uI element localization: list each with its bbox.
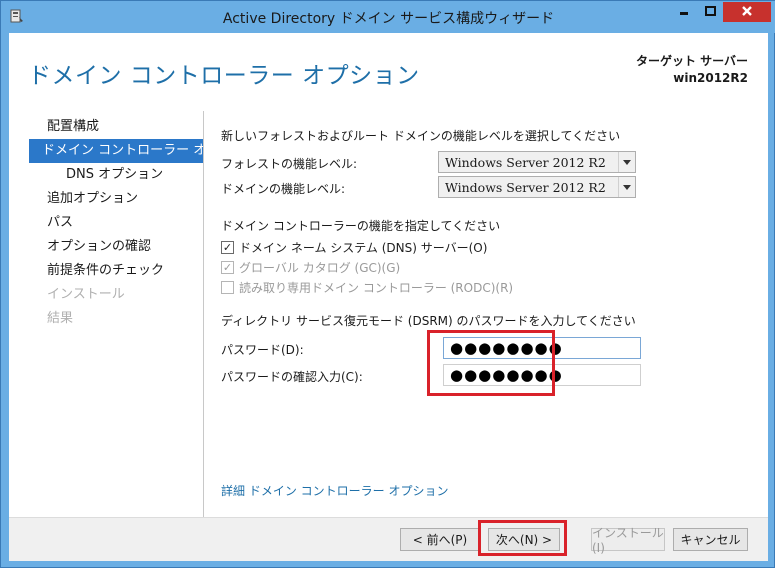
dns-server-checkbox[interactable]: ✓ ドメイン ネーム システム (DNS) サーバー(O)	[221, 239, 487, 256]
password-highlight-box	[427, 330, 555, 396]
functional-level-heading: 新しいフォレストおよびルート ドメインの機能レベルを選択してください	[221, 129, 621, 143]
install-button: インストール(I)	[591, 526, 665, 555]
confirm-password-label: パスワードの確認入力(C):	[221, 370, 363, 384]
wizard-footer: < 前へ(P) 次へ(N) > インストール(I) キャンセル	[9, 517, 768, 561]
nav-item-paths[interactable]: パス	[29, 211, 204, 235]
next-button-highlight-box	[478, 520, 567, 556]
maximize-button[interactable]	[697, 2, 723, 22]
dns-server-label: ドメイン ネーム システム (DNS) サーバー(O)	[239, 241, 488, 255]
previous-button[interactable]: < 前へ(P)	[400, 528, 480, 551]
advanced-dc-options-link[interactable]: 詳細 ドメイン コントローラー オプション	[221, 482, 448, 499]
minimize-icon	[679, 5, 689, 19]
target-server-label: ターゲット サーバー	[635, 54, 748, 68]
domain-level-value: Windows Server 2012 R2	[445, 180, 606, 195]
forest-level-select[interactable]: Windows Server 2012 R2	[438, 151, 636, 173]
nav-item-additional-options[interactable]: 追加オプション	[29, 187, 204, 211]
domain-level-select[interactable]: Windows Server 2012 R2	[438, 176, 636, 198]
cancel-button[interactable]: キャンセル	[673, 528, 748, 551]
wizard-window: Active Directory ドメイン サービス構成ウィザード ドメイン コ…	[0, 0, 775, 568]
checkmark-icon: ✓	[221, 241, 234, 254]
close-icon	[741, 5, 753, 20]
checkmark-icon: ✓	[221, 261, 234, 274]
nav-item-installation: インストール	[47, 287, 125, 302]
rodc-checkbox: 読み取り専用ドメイン コントローラー (RODC)(R)	[221, 279, 513, 296]
password-label: パスワード(D):	[221, 343, 304, 357]
target-server-info: ターゲット サーバー win2012R2	[636, 53, 748, 87]
nav-item-prerequisites-check[interactable]: 前提条件のチェック	[29, 259, 204, 283]
wizard-header: ドメイン コントローラー オプション ターゲット サーバー win2012R2	[9, 33, 768, 109]
target-server-name: win2012R2	[673, 71, 748, 85]
checkbox-box	[221, 281, 234, 294]
domain-level-label: ドメインの機能レベル:	[221, 182, 346, 196]
nav-item-dc-options[interactable]: ドメイン コントローラー オプ...	[29, 139, 204, 163]
wizard-client-area: ドメイン コントローラー オプション ターゲット サーバー win2012R2 …	[9, 33, 768, 561]
rodc-label: 読み取り専用ドメイン コントローラー (RODC)(R)	[239, 281, 514, 295]
maximize-icon	[704, 5, 716, 19]
chevron-down-icon[interactable]	[618, 177, 635, 197]
page-title: ドメイン コントローラー オプション	[28, 63, 420, 89]
minimize-button[interactable]	[671, 2, 697, 22]
nav-item-results: 結果	[47, 311, 74, 326]
close-button[interactable]	[723, 2, 771, 22]
title-bar[interactable]: Active Directory ドメイン サービス構成ウィザード	[1, 1, 775, 33]
nav-divider	[203, 111, 204, 523]
capabilities-heading: ドメイン コントローラーの機能を指定してください	[221, 219, 501, 233]
forest-level-value: Windows Server 2012 R2	[445, 155, 606, 170]
nav-item-deployment-config[interactable]: 配置構成	[29, 115, 204, 139]
nav-item-review-options[interactable]: オプションの確認	[29, 235, 204, 259]
window-title: Active Directory ドメイン サービス構成ウィザード	[222, 11, 555, 27]
forest-level-label: フォレストの機能レベル:	[221, 157, 358, 171]
nav-item-dns-options[interactable]: DNS オプション	[29, 163, 204, 187]
wizard-nav: 配置構成 ドメイン コントローラー オプ... DNS オプション 追加オプショ…	[29, 115, 204, 331]
chevron-down-icon[interactable]	[618, 152, 635, 172]
global-catalog-label: グローバル カタログ (GC)(G)	[239, 261, 401, 275]
global-catalog-checkbox: ✓ グローバル カタログ (GC)(G)	[221, 259, 400, 276]
dsrm-heading: ディレクトリ サービス復元モード (DSRM) のパスワードを入力してください	[221, 314, 636, 328]
